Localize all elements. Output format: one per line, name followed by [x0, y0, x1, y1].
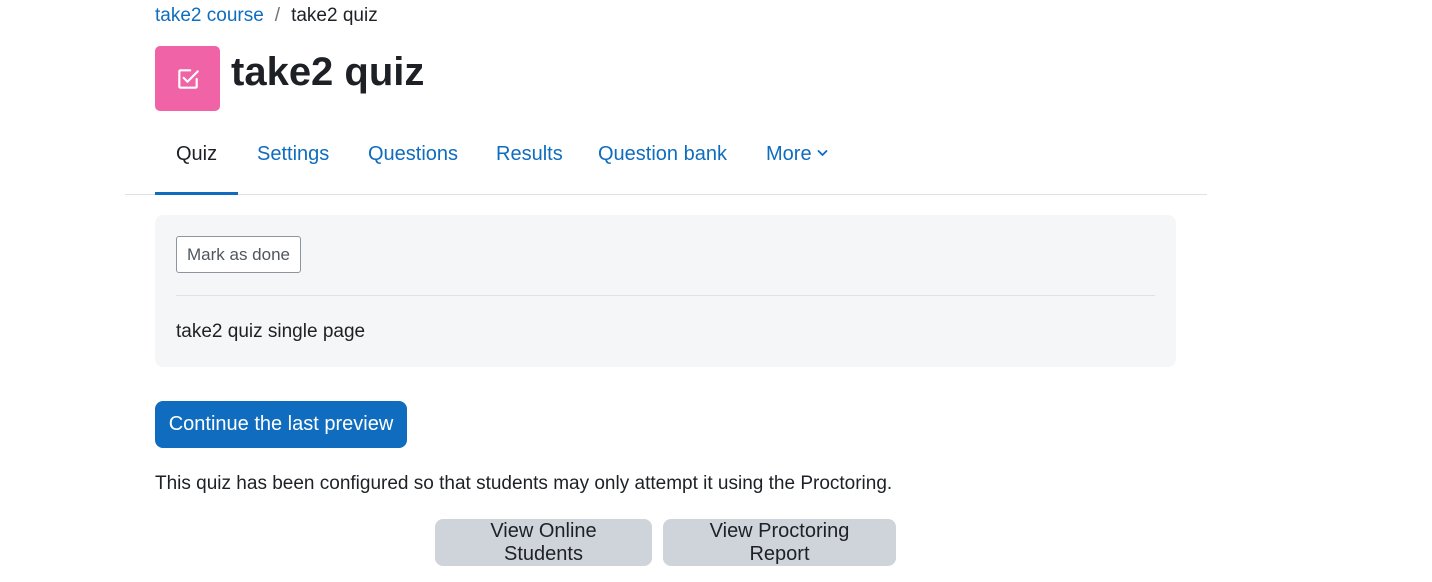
tab-question-bank[interactable]: Question bank	[577, 126, 748, 195]
continue-last-preview-button[interactable]: Continue the last preview	[155, 401, 407, 448]
tab-more[interactable]: More	[745, 126, 849, 195]
breadcrumb-current: take2 quiz	[291, 5, 378, 26]
tab-questions[interactable]: Questions	[347, 126, 479, 195]
secondary-navigation: Quiz Settings Questions Results Question…	[125, 126, 1207, 195]
breadcrumb: take2 course / take2 quiz	[155, 4, 378, 28]
view-online-students-button[interactable]: View Online Students	[435, 519, 652, 566]
chevron-down-icon	[817, 149, 827, 156]
checkbox-square-icon	[177, 68, 199, 89]
view-proctoring-report-button[interactable]: View Proctoring Report	[663, 519, 896, 566]
proctoring-notice: This quiz has been configured so that st…	[155, 473, 893, 494]
tab-quiz[interactable]: Quiz	[155, 126, 239, 195]
quiz-activity-icon	[155, 46, 220, 111]
tab-more-label: More	[766, 143, 812, 165]
quiz-page: take2 course / take2 quiz take2 quiz Qui…	[0, 0, 1432, 582]
breadcrumb-separator: /	[274, 5, 281, 26]
page-title: take2 quiz	[231, 49, 425, 94]
activity-description: take2 quiz single page	[176, 321, 366, 342]
activity-information: Mark as done take2 quiz single page	[155, 215, 1176, 367]
tab-results[interactable]: Results	[475, 126, 584, 195]
mark-as-done-button[interactable]: Mark as done	[176, 236, 301, 273]
breadcrumb-course-link[interactable]: take2 course	[155, 4, 264, 28]
page-header: take2 quiz	[155, 46, 424, 111]
divider	[176, 295, 1155, 296]
tab-settings[interactable]: Settings	[236, 126, 350, 195]
